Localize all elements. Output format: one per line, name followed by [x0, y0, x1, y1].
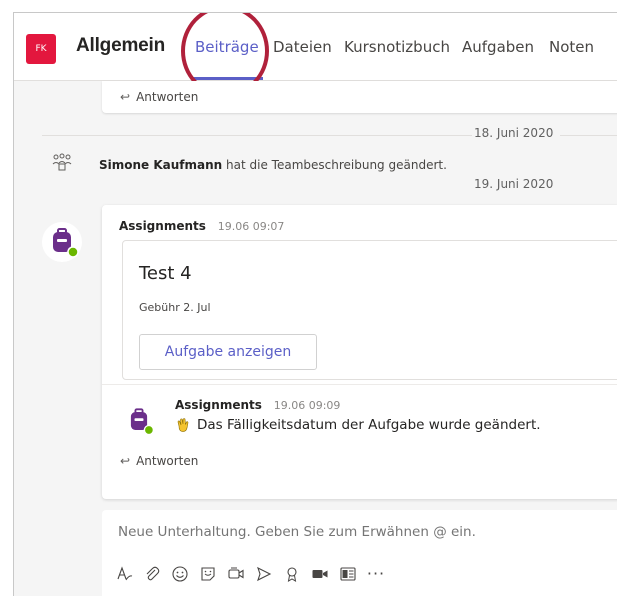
date-separator-1: 18. Juni 2020 [474, 126, 554, 140]
event-actor: Simone Kaufmann [99, 158, 223, 172]
channel-title: Allgemein [76, 35, 165, 56]
meet-icon[interactable] [226, 564, 246, 584]
post-meta: Assignments 19.06 09:07 [119, 219, 284, 233]
reply-label: Antworten [136, 454, 199, 468]
tab-aufgaben[interactable]: Aufgaben [462, 38, 534, 56]
new-conversation-input[interactable] [118, 524, 578, 540]
video-icon[interactable] [310, 564, 330, 584]
team-avatar[interactable]: FK [26, 34, 56, 64]
tab-dateien[interactable]: Dateien [273, 38, 332, 56]
format-icon[interactable] [114, 564, 134, 584]
reply-label: Antworten [136, 90, 199, 104]
reply-arrow-icon: ↩ [120, 90, 131, 104]
tab-noten[interactable]: Noten [549, 38, 594, 56]
assignment-card: Test 4 Gebühr 2. Jul Aufgabe anzeigen [122, 240, 617, 380]
send-icon[interactable] [254, 564, 274, 584]
teams-window: FK Allgemein Beiträge Dateien Kursnotizb… [13, 12, 617, 596]
thread-divider [102, 384, 617, 385]
tab-kursnotizbuch[interactable]: Kursnotizbuch [344, 38, 450, 56]
team-event: Simone Kaufmann hat die Teambeschreibung… [99, 158, 447, 172]
praise-icon[interactable] [282, 564, 302, 584]
assignments-avatar[interactable] [42, 222, 82, 262]
post-time: 19.06 09:07 [217, 220, 285, 233]
emoji-icon[interactable] [170, 564, 190, 584]
reply-time: 19.06 09:09 [273, 399, 341, 412]
backpack-icon [53, 228, 79, 258]
date-separator-line [560, 135, 617, 136]
reply-button-thread[interactable]: ↩ Antworten [120, 454, 198, 468]
backpack-icon [130, 408, 155, 436]
people-icon [52, 153, 72, 171]
date-separator-2: 19. Juni 2020 [474, 177, 554, 191]
view-assignment-button[interactable]: Aufgabe anzeigen [139, 334, 317, 370]
more-icon[interactable]: ··· [366, 564, 386, 584]
date-separator-line [42, 135, 472, 136]
assignment-title: Test 4 [139, 263, 192, 284]
attach-icon[interactable] [142, 564, 162, 584]
post-sender[interactable]: Assignments [119, 219, 206, 233]
event-action: hat die Teambeschreibung geändert. [226, 158, 447, 172]
sticker-icon[interactable] [198, 564, 218, 584]
reply-meta: Assignments 19.06 09:09 [175, 398, 340, 412]
channel-header: FK Allgemein Beiträge Dateien Kursnotizb… [14, 13, 617, 97]
whiteboard-icon[interactable] [338, 564, 358, 584]
compose-toolbar: ··· [114, 564, 386, 584]
waving-hand-icon [177, 418, 189, 432]
reply-arrow-icon: ↩ [120, 454, 131, 468]
assignment-due: Gebühr 2. Jul [139, 301, 211, 314]
reply-sender[interactable]: Assignments [175, 398, 262, 412]
reply-text: Das Fälligkeitsdatum der Aufgabe wurde g… [197, 417, 541, 433]
compose-box: ··· [102, 510, 617, 596]
reply-button-top[interactable]: ↩ Antworten [120, 90, 198, 104]
assignments-avatar-reply[interactable] [121, 403, 157, 439]
reply-message: Das Fälligkeitsdatum der Aufgabe wurde g… [175, 417, 541, 433]
